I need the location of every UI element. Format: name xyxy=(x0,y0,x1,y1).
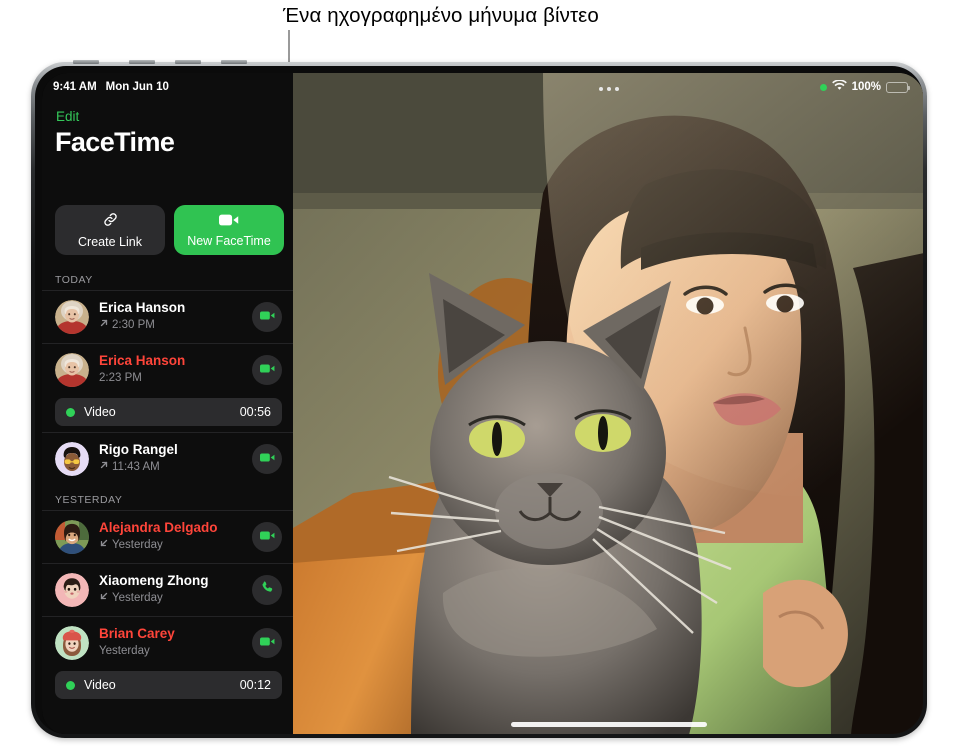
call-time: 11:43 AM xyxy=(112,461,160,474)
call-meta: Yesterday xyxy=(99,591,242,607)
contact-name: Alejandra Delgado xyxy=(99,520,218,536)
status-bar-right: 100% xyxy=(819,79,910,94)
call-time: 2:23 PM xyxy=(99,372,142,385)
call-row-text: Xiaomeng Zhong Yesterday xyxy=(99,573,242,606)
device-top-button-3[interactable] xyxy=(175,60,201,64)
status-time: 9:41 AM xyxy=(53,81,97,93)
link-icon xyxy=(102,211,119,233)
contact-name: Erica Hanson xyxy=(99,353,186,369)
call-row-xiaomeng[interactable]: Xiaomeng Zhong Yesterday xyxy=(42,563,293,616)
call-row-text: Erica Hanson 2:23 PM xyxy=(99,353,242,386)
video-camera-icon xyxy=(259,361,275,379)
device-top-button-2[interactable] xyxy=(129,60,155,64)
create-link-button[interactable]: Create Link xyxy=(55,205,165,255)
video-camera-icon xyxy=(259,634,275,652)
video-call-button[interactable] xyxy=(252,444,282,474)
contact-name: Rigo Rangel xyxy=(99,442,178,458)
green-dot-icon xyxy=(66,680,75,690)
video-message-pill-1[interactable]: Video 00:56 xyxy=(55,398,282,426)
video-call-button[interactable] xyxy=(252,628,282,658)
call-row-brian[interactable]: Brian Carey Yesterday xyxy=(42,616,293,669)
video-message-duration: 00:12 xyxy=(239,678,271,692)
call-meta: Yesterday xyxy=(99,644,242,660)
video-camera-icon xyxy=(259,308,275,326)
video-message-label: Video xyxy=(84,405,116,419)
arrow-outgoing-icon xyxy=(99,460,109,476)
battery-full-icon xyxy=(886,81,910,93)
video-still-image xyxy=(293,73,923,734)
call-row-rigo[interactable]: Rigo Rangel 11:43 AM xyxy=(42,432,293,485)
contact-name: Xiaomeng Zhong xyxy=(99,573,209,589)
call-row-alejandra[interactable]: Alejandra Delgado Yesterday xyxy=(42,510,293,563)
video-call-button[interactable] xyxy=(252,302,282,332)
action-button-row: Create Link New FaceTime xyxy=(55,205,284,255)
new-facetime-label: New FaceTime xyxy=(187,233,271,248)
video-call-button[interactable] xyxy=(252,522,282,552)
more-options-icon[interactable] xyxy=(598,87,619,91)
call-row-text: Brian Carey Yesterday xyxy=(99,626,242,659)
facetime-sidebar: 9:41 AM Mon Jun 10 Edit FaceTime Create … xyxy=(42,73,293,734)
screenshot-root: Ένα ηχογραφημένο μήνυμα βίντεο 9:41 AM M… xyxy=(0,0,958,753)
video-camera-icon xyxy=(259,528,275,546)
battery-percent-label: 100% xyxy=(851,81,881,93)
device-top-button-1[interactable] xyxy=(73,60,99,64)
call-row-text: Rigo Rangel 11:43 AM xyxy=(99,442,242,475)
phone-icon xyxy=(260,580,275,600)
call-time: Yesterday xyxy=(112,592,163,605)
arrow-incoming-icon xyxy=(99,538,109,554)
call-meta: 11:43 AM xyxy=(99,460,242,476)
callout-label: Ένα ηχογραφημένο μήνυμα βίντεο xyxy=(283,4,599,27)
video-call-button[interactable] xyxy=(252,355,282,385)
call-meta: Yesterday xyxy=(99,538,242,554)
arrow-incoming-icon xyxy=(99,591,109,607)
device-bezel: 9:41 AM Mon Jun 10 Edit FaceTime Create … xyxy=(35,66,923,734)
call-time: Yesterday xyxy=(99,645,150,658)
avatar xyxy=(55,626,89,660)
contact-name: Erica Hanson xyxy=(99,300,186,316)
section-header-yesterday: YESTERDAY xyxy=(55,494,123,506)
call-time: Yesterday xyxy=(112,539,163,552)
call-time: 2:30 PM xyxy=(112,319,155,332)
call-row-erica-2[interactable]: Erica Hanson 2:23 PM xyxy=(42,343,293,396)
create-link-label: Create Link xyxy=(78,235,142,249)
status-date: Mon Jun 10 xyxy=(105,81,169,93)
avatar xyxy=(55,300,89,334)
device-screen: 9:41 AM Mon Jun 10 Edit FaceTime Create … xyxy=(42,73,923,734)
audio-call-button[interactable] xyxy=(252,575,282,605)
video-camera-icon xyxy=(259,450,275,468)
green-dot-icon xyxy=(66,407,75,417)
call-row-erica-1[interactable]: Erica Hanson 2:30 PM xyxy=(42,290,293,343)
call-row-text: Erica Hanson 2:30 PM xyxy=(99,300,242,333)
contact-name: Brian Carey xyxy=(99,626,175,642)
call-meta: 2:30 PM xyxy=(99,318,242,334)
call-row-text: Alejandra Delgado Yesterday xyxy=(99,520,242,553)
avatar xyxy=(55,520,89,554)
video-message-pill-2[interactable]: Video 00:12 xyxy=(55,671,282,699)
video-message-duration: 00:56 xyxy=(239,405,271,419)
new-facetime-button[interactable]: New FaceTime xyxy=(174,205,284,255)
recent-calls-list: TODAY Erica Hanson 2:30 PM Erica Hanson … xyxy=(42,265,293,705)
home-indicator[interactable] xyxy=(510,722,707,727)
video-message-pane[interactable] xyxy=(293,73,923,734)
video-camera-icon xyxy=(219,213,239,232)
page-title: FaceTime xyxy=(55,127,175,157)
video-message-label: Video xyxy=(84,678,116,692)
call-meta: 2:23 PM xyxy=(99,371,242,387)
device-top-button-4[interactable] xyxy=(221,60,247,64)
arrow-outgoing-icon xyxy=(99,318,109,334)
ipad-device: 9:41 AM Mon Jun 10 Edit FaceTime Create … xyxy=(31,60,927,738)
avatar xyxy=(55,353,89,387)
wifi-icon xyxy=(831,79,847,94)
avatar xyxy=(55,442,89,476)
section-header-today: TODAY xyxy=(55,274,93,286)
avatar xyxy=(55,573,89,607)
edit-button[interactable]: Edit xyxy=(56,109,79,124)
green-dot-icon xyxy=(819,83,827,91)
status-bar: 9:41 AM Mon Jun 10 xyxy=(42,73,293,101)
